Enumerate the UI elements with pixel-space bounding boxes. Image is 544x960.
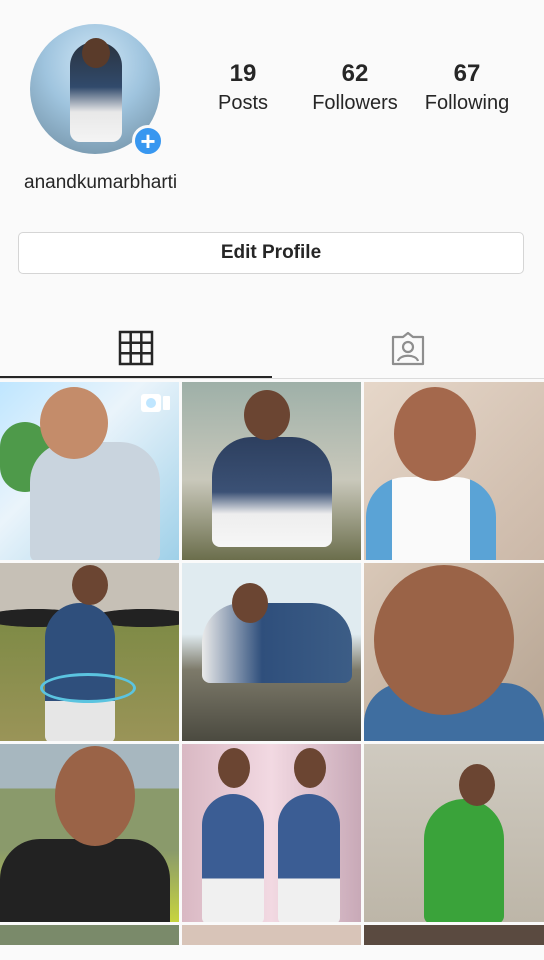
face-shape: [244, 390, 290, 440]
person-shape: [366, 477, 496, 560]
posts-label: Posts: [217, 92, 269, 114]
grid-post[interactable]: [182, 925, 361, 945]
face-shape: [374, 565, 514, 715]
following-stat[interactable]: 67 Following: [407, 60, 527, 115]
tab-tagged[interactable]: [272, 320, 544, 378]
face-shape: [459, 764, 495, 806]
person-shape: [202, 603, 352, 683]
person-shape: [202, 794, 264, 922]
grid-icon: [118, 330, 154, 366]
grid-post[interactable]: [182, 744, 361, 922]
face-shape: [72, 565, 108, 605]
grid-post[interactable]: [0, 925, 179, 945]
add-story-button[interactable]: +: [132, 125, 164, 157]
following-count: 67: [453, 60, 481, 87]
avatar-head: [82, 38, 110, 68]
tagged-icon: [391, 331, 425, 366]
grid-post[interactable]: [364, 382, 544, 560]
tab-divider: [0, 378, 544, 379]
grid-post[interactable]: [182, 563, 361, 741]
ring-shape: [40, 673, 136, 703]
person-shape: [45, 603, 115, 741]
face-shape: [55, 746, 135, 846]
following-label: Following: [424, 92, 510, 114]
grid-post[interactable]: [0, 563, 179, 741]
person-shape: [212, 437, 332, 547]
face-shape: [294, 748, 326, 788]
grid-post[interactable]: [364, 925, 544, 945]
grid-post[interactable]: [364, 744, 544, 922]
face-shape: [232, 583, 268, 623]
video-camera-icon: [141, 394, 170, 412]
followers-stat[interactable]: 62 Followers: [295, 60, 415, 115]
followers-count: 62: [341, 60, 369, 87]
tab-grid[interactable]: [0, 320, 272, 378]
followers-label: Followers: [312, 92, 398, 114]
posts-stat[interactable]: 19 Posts: [183, 60, 303, 115]
grid-post[interactable]: [182, 382, 361, 560]
face-shape: [394, 387, 476, 481]
person-shape: [30, 442, 160, 560]
person-shape: [0, 839, 170, 922]
face-shape: [40, 387, 108, 459]
edit-profile-button[interactable]: Edit Profile: [18, 232, 524, 274]
grid-post[interactable]: [0, 744, 179, 922]
grid-post[interactable]: [0, 382, 179, 560]
username: anandkumarbharti: [24, 172, 178, 193]
grid-post[interactable]: [364, 563, 544, 741]
person-shape: [278, 794, 340, 922]
plus-icon: +: [140, 126, 156, 156]
face-shape: [218, 748, 250, 788]
person-shape: [424, 799, 504, 922]
posts-count: 19: [229, 60, 257, 87]
